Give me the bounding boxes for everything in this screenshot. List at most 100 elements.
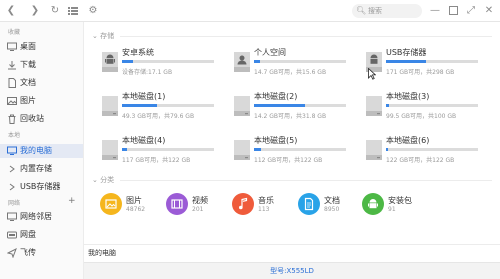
drive-usage-fill [122, 104, 157, 107]
sidebar-item-label: 下载 [20, 60, 36, 69]
hdd-icon [366, 96, 382, 116]
sidebar-item-internal-storage[interactable]: 内置存储 [0, 162, 83, 176]
add-network-icon[interactable]: + [68, 197, 76, 206]
sidebar-item-usb-storage[interactable]: USB存储器 [0, 180, 83, 194]
drive-usage-fill [122, 60, 134, 63]
sidebar-item-label: 网盘 [20, 230, 36, 239]
search-input[interactable]: 🔍︎ 搜索 [352, 4, 422, 18]
category-item[interactable]: 图片 48762 [100, 193, 176, 217]
sidebar-item-label: 回收站 [20, 114, 44, 123]
sidebar-item-cloud-drive[interactable]: 网盘 [0, 228, 83, 242]
drive-tile[interactable]: 本地磁盘(5) 112 GB可用，共122 GB [224, 132, 349, 166]
drive-capacity-text: 设备存储:17.1 GB [122, 69, 173, 76]
image-icon [7, 96, 17, 106]
drive-capacity-text: 112 GB可用，共122 GB [254, 157, 323, 164]
category-name: 文档 [324, 196, 340, 205]
sidebar-item-label: 文档 [20, 78, 36, 87]
categories-divider [120, 180, 492, 181]
categories-section-title: ⌄ 分类 [92, 176, 115, 184]
storage-section-title: ⌄ 存储 [92, 32, 115, 40]
sidebar-item-label: 飞传 [20, 248, 36, 257]
drive-capacity-text: 117 GB可用，共122 GB [122, 157, 191, 164]
sidebar-item-desktop[interactable]: 桌面 [0, 40, 83, 54]
sidebar-item-label: 网络邻居 [20, 212, 52, 221]
minimize-icon[interactable]: — [428, 4, 442, 18]
drive-name: 本地磁盘(4) [122, 136, 166, 145]
status-bar: 我的电脑 [84, 244, 500, 262]
drive-name: 本地磁盘(2) [254, 92, 298, 101]
usb-icon [7, 182, 17, 192]
drive-name: 安卓系统 [122, 48, 154, 57]
category-count: 201 [192, 206, 204, 213]
drive-capacity-text: 122 GB可用，共122 GB [386, 157, 455, 164]
category-item[interactable]: 视频 201 [166, 193, 242, 217]
close-icon[interactable]: ✕ [482, 4, 496, 18]
hdd-icon [102, 96, 118, 116]
chevron-down-icon[interactable]: ⌄ [92, 176, 98, 184]
hdd-icon [102, 140, 118, 160]
fullscreen-icon[interactable]: ⤢ [464, 4, 478, 18]
refresh-icon[interactable]: ↻ [48, 4, 62, 18]
drive-usage-bar [386, 148, 478, 151]
category-name: 安装包 [388, 196, 412, 205]
drive-tile[interactable]: 本地磁盘(4) 117 GB可用，共122 GB [92, 132, 217, 166]
document-category-icon [298, 193, 320, 215]
drive-usage-fill [254, 60, 260, 63]
category-name: 音乐 [258, 196, 274, 205]
forward-icon[interactable]: ❯ [28, 4, 42, 18]
sidebar-item-pictures[interactable]: 图片 [0, 94, 83, 108]
drive-tile[interactable]: 个人空间 14.7 GB可用，共15.6 GB [224, 44, 349, 78]
transfer-icon [6, 247, 17, 259]
video-category-icon [166, 193, 188, 215]
sidebar-item-my-computer[interactable]: 我的电脑 [0, 144, 83, 158]
category-item[interactable]: 音乐 113 [232, 193, 308, 217]
internal-storage-icon [7, 164, 17, 174]
sidebar: 收藏 桌面 下载 文档 图片 回收站 本地 我的电脑 内置存储 USB存储器 网… [0, 22, 84, 279]
drive-capacity-text: 99.5 GB可用，共100 GB [386, 113, 457, 120]
sidebar-item-transfer[interactable]: 飞传 [0, 246, 83, 260]
category-name: 视频 [192, 196, 208, 205]
category-count: 48762 [126, 206, 146, 213]
sidebar-item-label: USB存储器 [20, 182, 61, 191]
download-icon [7, 60, 17, 70]
drive-tile[interactable]: 本地磁盘(2) 14.2 GB可用，共31.8 GB [224, 88, 349, 122]
category-count: 8950 [324, 206, 340, 213]
drive-tile[interactable]: 本地磁盘(6) 122 GB可用，共122 GB [356, 132, 481, 166]
drive-capacity-text: 14.7 GB可用，共15.6 GB [254, 69, 327, 76]
category-count: 113 [258, 206, 270, 213]
category-item[interactable]: 安装包 91 [362, 193, 438, 217]
drive-name: 本地磁盘(3) [386, 92, 430, 101]
computer-icon [7, 146, 17, 156]
maximize-icon[interactable] [446, 4, 460, 18]
picture-category-icon [100, 193, 122, 215]
toolbar: ❮ ❯ ↻ ⚙ 🔍︎ 搜索 — ⤢ ✕ [0, 0, 500, 22]
device-model: 型号:X555LD [270, 267, 314, 275]
drive-usage-fill [254, 104, 305, 107]
storage-divider [120, 36, 492, 37]
drive-tile[interactable]: 本地磁盘(3) 99.5 GB可用，共100 GB [356, 88, 481, 122]
drive-tile[interactable]: 安卓系统设备存储:17.1 GB [92, 44, 217, 78]
drive-tile[interactable]: 本地磁盘(1) 49.3 GB可用，共79.6 GB [92, 88, 217, 122]
back-icon[interactable]: ❮ [4, 4, 18, 18]
chevron-down-icon[interactable]: ⌄ [92, 32, 98, 40]
sidebar-item-documents[interactable]: 文档 [0, 76, 83, 90]
cloud-drive-icon [7, 230, 17, 240]
android-drive-icon [102, 52, 118, 72]
music-category-icon [232, 193, 254, 215]
sidebar-item-downloads[interactable]: 下载 [0, 58, 83, 72]
hdd-icon [366, 140, 382, 160]
user-drive-icon [234, 52, 250, 72]
drive-usage-bar [254, 104, 346, 107]
sidebar-item-trash[interactable]: 回收站 [0, 112, 83, 126]
drive-capacity-text: 14.2 GB可用，共31.8 GB [254, 113, 327, 120]
sidebar-item-network-neighbors[interactable]: 网络邻居 [0, 210, 83, 224]
drive-capacity-text: 171 GB可用，共298 GB [386, 69, 455, 76]
sidebar-item-label: 内置存储 [20, 164, 52, 173]
network-neighbors-icon [7, 212, 17, 222]
settings-gear-icon[interactable]: ⚙ [86, 4, 100, 18]
drive-name: 个人空间 [254, 48, 286, 57]
sidebar-section-network: 网络 [8, 200, 21, 207]
search-placeholder: 搜索 [368, 7, 382, 15]
drive-usage-bar [122, 60, 214, 63]
view-mode-icon[interactable] [66, 4, 80, 18]
